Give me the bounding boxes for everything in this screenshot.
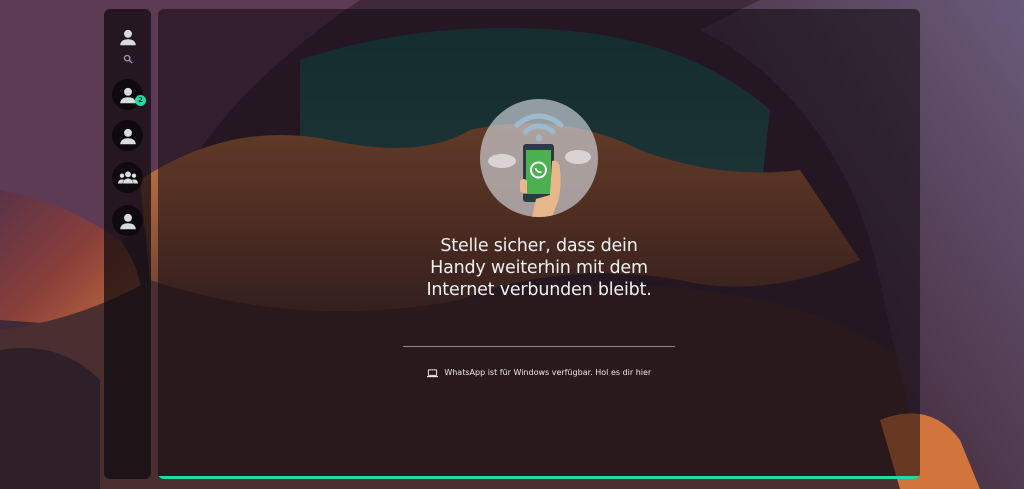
laptop-icon bbox=[426, 368, 438, 377]
windows-download-hint: WhatsApp ist für Windows verfügbar. Hol … bbox=[339, 367, 739, 380]
heading-line-3: Internet verbunden bleibt. bbox=[426, 280, 652, 300]
profile-icon bbox=[119, 29, 136, 45]
connection-hint-heading: Stelle sicher, dass dein Handy weiterhin… bbox=[339, 235, 739, 301]
divider bbox=[403, 346, 675, 347]
heading-line-1: Stelle sicher, dass dein bbox=[440, 236, 638, 256]
heading-line-2: Handy weiterhin mit dem bbox=[430, 258, 648, 278]
contact-icon bbox=[119, 213, 136, 229]
sidebar-search-button[interactable] bbox=[112, 46, 143, 71]
sidebar-group-item[interactable] bbox=[112, 162, 143, 193]
unread-badge: 2 bbox=[135, 95, 146, 106]
phone-connected-illustration bbox=[480, 99, 598, 217]
contact-icon bbox=[119, 128, 136, 144]
sidebar-chat-item-3[interactable] bbox=[112, 205, 143, 236]
sidebar-chat-item-1[interactable]: 2 bbox=[112, 79, 146, 110]
search-icon bbox=[123, 54, 132, 63]
group-icon bbox=[117, 170, 138, 183]
accent-bar bbox=[158, 476, 920, 479]
sidebar-chat-item-2[interactable] bbox=[112, 120, 143, 151]
windows-download-link[interactable]: WhatsApp ist für Windows verfügbar. Hol … bbox=[444, 368, 651, 377]
phone-wifi-icon bbox=[488, 113, 591, 217]
sidebar: 2 bbox=[104, 9, 151, 479]
intro-panel: Stelle sicher, dass dein Handy weiterhin… bbox=[158, 9, 920, 479]
